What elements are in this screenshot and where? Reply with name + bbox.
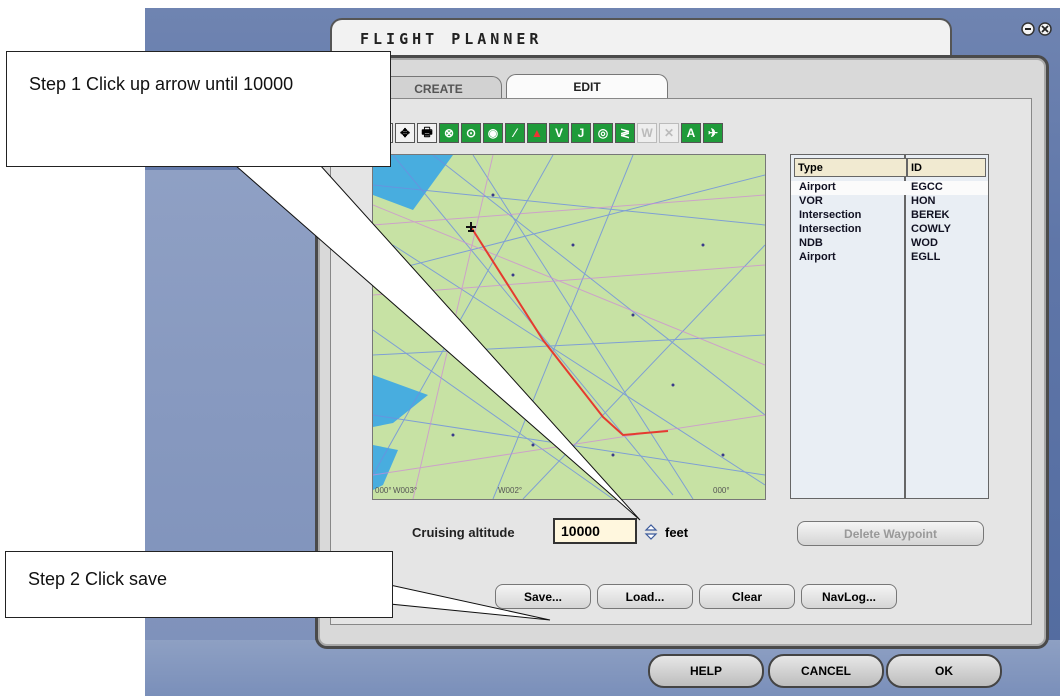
cell-id: WOD <box>911 237 938 249</box>
tab-create-label: CREATE <box>414 82 463 96</box>
waypoint-disabled-icon: W <box>637 123 657 143</box>
cell-type: NDB <box>799 237 823 249</box>
tab-edit[interactable]: EDIT <box>506 74 668 99</box>
column-header-type[interactable]: Type <box>794 158 907 177</box>
victor-airways-icon[interactable]: V <box>549 123 569 143</box>
tab-edit-label: EDIT <box>573 80 601 94</box>
column-header-id[interactable]: ID <box>907 158 986 177</box>
down-arrow-icon[interactable] <box>644 533 658 540</box>
title-tab: FLIGHT PLANNER <box>330 18 952 58</box>
window-controls <box>1021 22 1060 36</box>
map-lon-label-1: W003° <box>393 486 417 495</box>
table-row[interactable]: NDB WOD <box>791 237 988 251</box>
center-map-icon[interactable]: ✥ <box>395 123 415 143</box>
ndb-icon[interactable]: ◉ <box>483 123 503 143</box>
minimize-icon[interactable] <box>1021 22 1035 36</box>
track-icon[interactable]: ≷ <box>615 123 635 143</box>
cell-type: Airport <box>799 251 836 263</box>
cell-type: Airport <box>799 181 836 193</box>
cell-type: Intersection <box>799 223 862 235</box>
cell-id: COWLY <box>911 223 951 235</box>
up-arrow-icon[interactable] <box>644 524 658 531</box>
close-icon[interactable] <box>1038 22 1052 36</box>
jet-airways-icon[interactable]: J <box>571 123 591 143</box>
map-lon-label-0: 000° <box>375 486 392 495</box>
map-view[interactable]: 000° W003° W002° 000° <box>372 154 766 500</box>
delete-waypoint-disabled-icon: ✕ <box>659 123 679 143</box>
cell-id: EGCC <box>911 181 943 193</box>
cancel-button[interactable]: CANCEL <box>768 654 884 688</box>
cruising-altitude-input[interactable]: 10000 <box>553 518 637 544</box>
jet-label: J <box>577 126 585 140</box>
labels-icon[interactable]: A <box>681 123 701 143</box>
table-row[interactable]: VOR HON <box>791 195 988 209</box>
map-toolbar: 🔍 ✥ 🖶 ⊗ ⊙ ◉ ⁄ ▲ V J ◎ ≷ W ✕ A ✈ <box>373 123 723 143</box>
cell-id: BEREK <box>911 209 950 221</box>
map-lon-label-2: W002° <box>498 486 522 495</box>
altitude-spinner[interactable] <box>644 523 658 541</box>
route-icon[interactable]: ⁄ <box>505 123 525 143</box>
step1-text: Step 1 Click up arrow until 10000 <box>29 74 294 94</box>
table-row[interactable]: Airport EGCC <box>791 181 988 195</box>
delete-waypoint-button[interactable]: Delete Waypoint <box>797 521 984 546</box>
clear-button[interactable]: Clear <box>699 584 795 609</box>
step2-callout: Step 2 Click save <box>5 551 393 618</box>
window-title: FLIGHT PLANNER <box>360 30 543 48</box>
cell-id: EGLL <box>911 251 941 263</box>
load-button[interactable]: Load... <box>597 584 693 609</box>
intersection-icon[interactable]: ◎ <box>593 123 613 143</box>
labels-label: A <box>686 126 696 140</box>
airport-icon[interactable]: ⊗ <box>439 123 459 143</box>
cell-type: VOR <box>799 195 823 207</box>
navlog-button[interactable]: NavLog... <box>801 584 897 609</box>
waypoint-table: Type ID Airport EGCC VOR HON Intersectio… <box>790 154 989 499</box>
table-row[interactable]: Airport EGLL <box>791 251 988 265</box>
ok-button[interactable]: OK <box>886 654 1002 688</box>
vor-icon[interactable]: ⊙ <box>461 123 481 143</box>
cruising-altitude-label: Cruising altitude <box>412 525 515 540</box>
save-button[interactable]: Save... <box>495 584 591 609</box>
help-button[interactable]: HELP <box>648 654 764 688</box>
print-icon[interactable]: 🖶 <box>417 123 437 143</box>
cell-type: Intersection <box>799 209 862 221</box>
altitude-unit-label: feet <box>665 525 689 540</box>
victor-label: V <box>554 126 563 140</box>
step1-callout: Step 1 Click up arrow until 10000 <box>6 51 391 167</box>
table-row[interactable]: Intersection COWLY <box>791 223 988 237</box>
step2-text: Step 2 Click save <box>28 569 168 589</box>
map-options-icon[interactable]: ✈ <box>703 123 723 143</box>
terrain-icon[interactable]: ▲ <box>527 123 547 143</box>
table-row[interactable]: Intersection BEREK <box>791 209 988 223</box>
map-lon-label-3: 000° <box>713 486 730 495</box>
cell-id: HON <box>911 195 936 207</box>
